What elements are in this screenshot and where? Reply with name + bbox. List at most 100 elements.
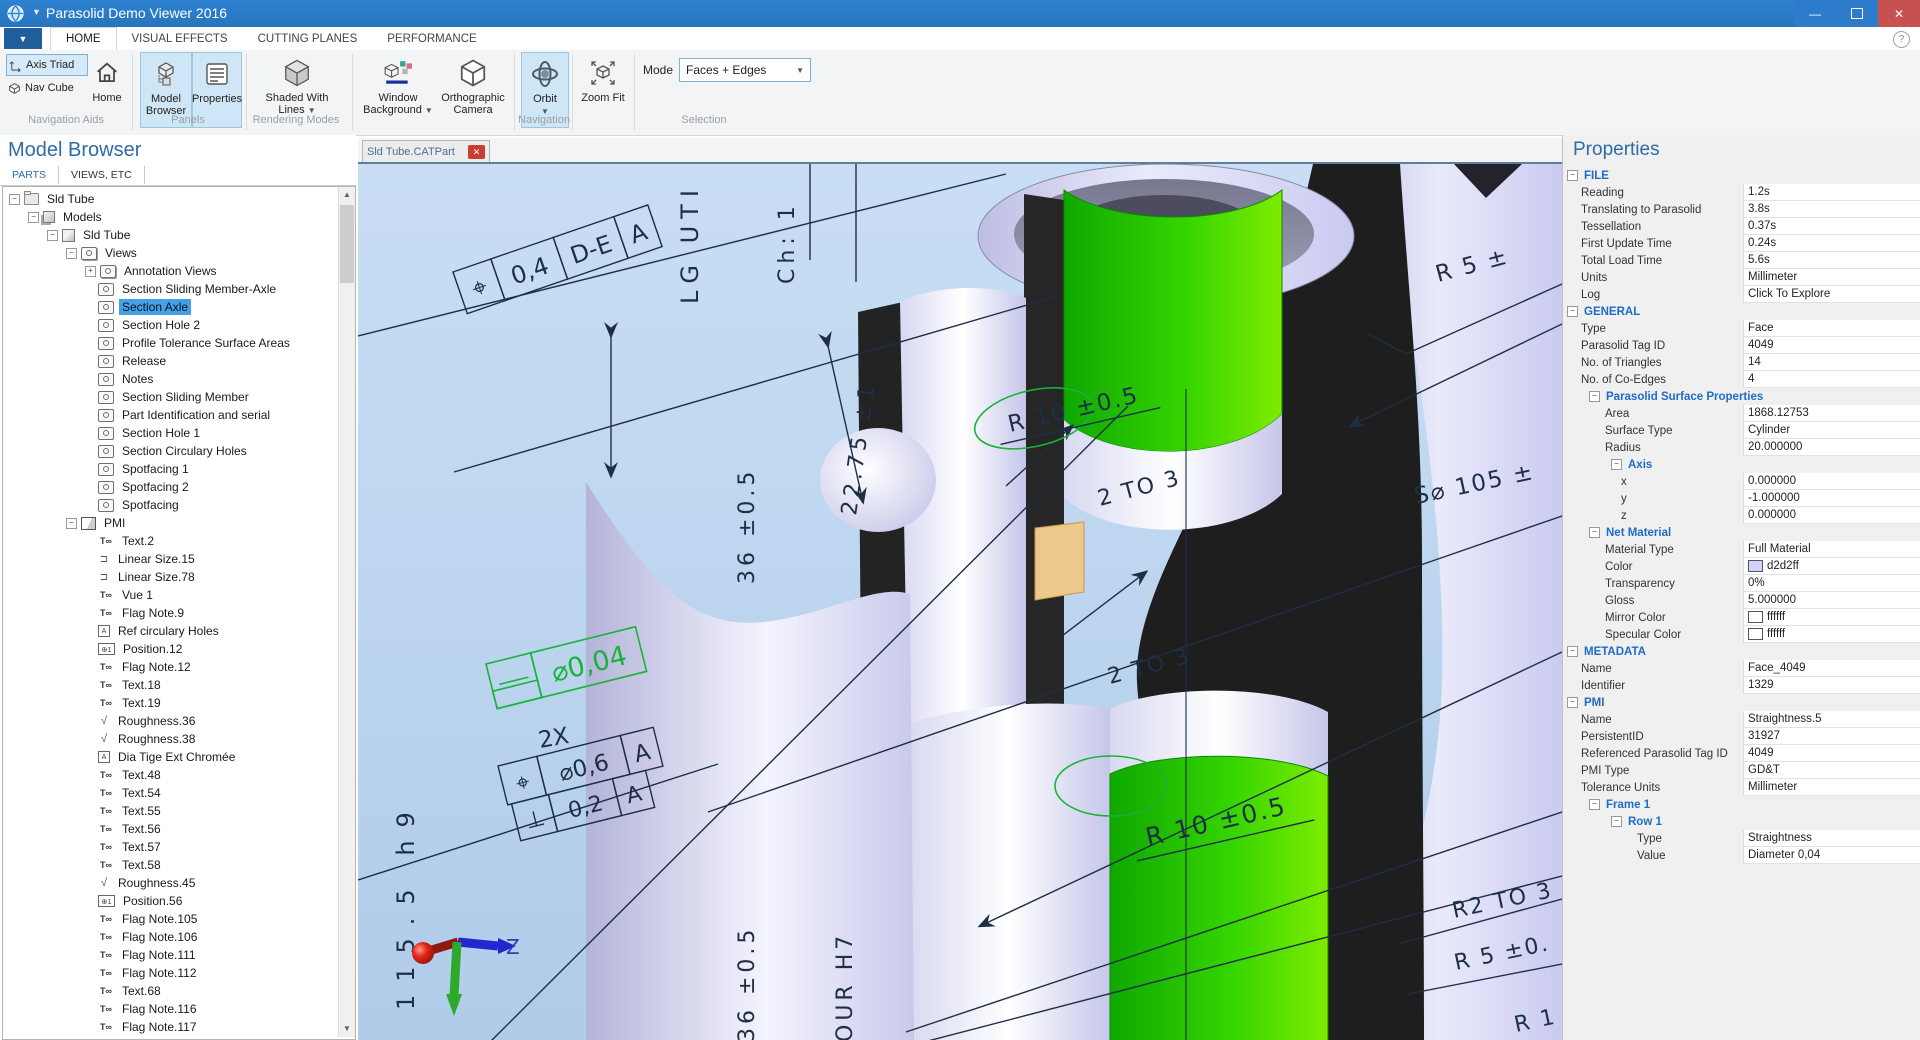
tree-item-release[interactable]: Release xyxy=(3,352,335,370)
tree-scrollbar[interactable]: ▲ ▼ xyxy=(338,187,355,1037)
tree-item-text-68[interactable]: T∞Text.68 xyxy=(3,982,335,1000)
tree-item-linear-size-15[interactable]: ⊐Linear Size.15 xyxy=(3,550,335,568)
tree-item-profile-tolerance-surface-areas[interactable]: Profile Tolerance Surface Areas xyxy=(3,334,335,352)
tree-item-text-55[interactable]: T∞Text.55 xyxy=(3,802,335,820)
prop-value[interactable]: 20.000000 xyxy=(1743,439,1920,456)
prop-value[interactable]: 1329 xyxy=(1743,677,1920,694)
3d-viewport[interactable]: ⌖ 0,4 D-E A LG UTI Ch: 1 22.75 ±1 36 ±0.… xyxy=(358,162,1562,1040)
tab-views-etc[interactable]: VIEWS, ETC xyxy=(59,166,145,184)
tree-item-roughness-36[interactable]: √Roughness.36 xyxy=(3,712,335,730)
prop-value[interactable]: Diameter 0,04 xyxy=(1743,847,1920,864)
prop-section-parasolid-surface-properties[interactable]: −Parasolid Surface Properties xyxy=(1563,388,1920,405)
collapse-icon[interactable]: − xyxy=(28,212,39,223)
collapse-icon[interactable]: − xyxy=(9,194,20,205)
tree-item-position-12[interactable]: ⊕1Position.12 xyxy=(3,640,335,658)
prop-row-name[interactable]: NameStraightness.5 xyxy=(1563,711,1920,728)
prop-value[interactable]: 14 xyxy=(1743,354,1920,371)
tree-item-flag-note-112[interactable]: T∞Flag Note.112 xyxy=(3,964,335,982)
prop-row-gloss[interactable]: Gloss5.000000 xyxy=(1563,592,1920,609)
ribbon-tab-visual-effects[interactable]: VISUAL EFFECTS xyxy=(117,28,243,50)
prop-row-units[interactable]: UnitsMillimeter xyxy=(1563,269,1920,286)
quick-access-arrow-icon[interactable]: ▼ xyxy=(32,7,41,17)
prop-row-mirror-color[interactable]: Mirror Colorffffff xyxy=(1563,609,1920,626)
tree-item-spotfacing-2[interactable]: Spotfacing 2 xyxy=(3,478,335,496)
tree-item-text-2[interactable]: T∞Text.2 xyxy=(3,532,335,550)
collapse-icon[interactable]: − xyxy=(1589,391,1600,402)
prop-value[interactable]: 4 xyxy=(1743,371,1920,388)
tree-item-text-18[interactable]: T∞Text.18 xyxy=(3,676,335,694)
prop-row-total-load-time[interactable]: Total Load Time5.6s xyxy=(1563,252,1920,269)
tree-item-pmi[interactable]: −PMI xyxy=(3,514,335,532)
tree-item-part-identification-and-serial[interactable]: Part Identification and serial xyxy=(3,406,335,424)
tree-item-dia-tige-ext-chrom-e[interactable]: ADia Tige Ext Chromée xyxy=(3,748,335,766)
prop-row-y[interactable]: y-1.000000 xyxy=(1563,490,1920,507)
zoom-fit-button[interactable]: Zoom Fit xyxy=(580,52,626,126)
prop-row-first-update-time[interactable]: First Update Time0.24s xyxy=(1563,235,1920,252)
tree-item-section-hole-1[interactable]: Section Hole 1 xyxy=(3,424,335,442)
prop-row-parasolid-tag-id[interactable]: Parasolid Tag ID4049 xyxy=(1563,337,1920,354)
tree-item-flag-note-106[interactable]: T∞Flag Note.106 xyxy=(3,928,335,946)
ribbon-tab-cutting-planes[interactable]: CUTTING PLANES xyxy=(243,28,373,50)
prop-value[interactable]: GD&T xyxy=(1743,762,1920,779)
prop-value[interactable]: d2d2ff xyxy=(1743,558,1920,575)
prop-section-file[interactable]: −FILE xyxy=(1563,167,1920,184)
tree-item-text-48[interactable]: T∞Text.48 xyxy=(3,766,335,784)
axis-triad-button[interactable]: Axis Triad xyxy=(6,54,88,76)
collapse-icon[interactable]: − xyxy=(1567,646,1578,657)
expand-icon[interactable]: + xyxy=(85,266,96,277)
prop-section-pmi[interactable]: −PMI xyxy=(1563,694,1920,711)
prop-value[interactable]: 1868.12753 xyxy=(1743,405,1920,422)
prop-section-axis[interactable]: −Axis xyxy=(1563,456,1920,473)
prop-row-no-of-triangles[interactable]: No. of Triangles14 xyxy=(1563,354,1920,371)
prop-value[interactable]: 3.8s xyxy=(1743,201,1920,218)
tree-item-text-54[interactable]: T∞Text.54 xyxy=(3,784,335,802)
tree-item-flag-note-116[interactable]: T∞Flag Note.116 xyxy=(3,1000,335,1018)
prop-row-pmi-type[interactable]: PMI TypeGD&T xyxy=(1563,762,1920,779)
prop-value[interactable]: 4049 xyxy=(1743,745,1920,762)
minimize-button[interactable]: — xyxy=(1794,0,1836,27)
tree-item-flag-note-105[interactable]: T∞Flag Note.105 xyxy=(3,910,335,928)
prop-value[interactable]: Click To Explore xyxy=(1743,286,1920,303)
tree-item-linear-size-78[interactable]: ⊐Linear Size.78 xyxy=(3,568,335,586)
help-icon[interactable]: ? xyxy=(1893,31,1910,48)
prop-value[interactable]: 0.37s xyxy=(1743,218,1920,235)
prop-value[interactable]: ffffff xyxy=(1743,609,1920,626)
tree-item-sld-tube[interactable]: −Sld Tube xyxy=(3,226,335,244)
close-button[interactable]: ✕ xyxy=(1878,0,1920,27)
prop-row-surface-type[interactable]: Surface TypeCylinder xyxy=(1563,422,1920,439)
tree-item-section-axle[interactable]: Section Axle xyxy=(3,298,335,316)
prop-value[interactable]: Straightness xyxy=(1743,830,1920,847)
prop-row-log[interactable]: LogClick To Explore xyxy=(1563,286,1920,303)
mode-dropdown[interactable]: Faces + Edges ▼ xyxy=(679,58,811,82)
prop-value[interactable]: Millimeter xyxy=(1743,269,1920,286)
tree-item-ref-circulary-holes[interactable]: ARef circulary Holes xyxy=(3,622,335,640)
prop-value[interactable]: Face_4049 xyxy=(1743,660,1920,677)
prop-value[interactable]: 4049 xyxy=(1743,337,1920,354)
collapse-icon[interactable]: − xyxy=(1567,697,1578,708)
prop-row-no-of-co-edges[interactable]: No. of Co-Edges4 xyxy=(1563,371,1920,388)
tree-item-roughness-38[interactable]: √Roughness.38 xyxy=(3,730,335,748)
prop-row-persistentid[interactable]: PersistentID31927 xyxy=(1563,728,1920,745)
prop-section-net-material[interactable]: −Net Material xyxy=(1563,524,1920,541)
tree-item-spotfacing[interactable]: Spotfacing xyxy=(3,496,335,514)
prop-row-translating-to-parasolid[interactable]: Translating to Parasolid3.8s xyxy=(1563,201,1920,218)
prop-value[interactable]: 0.24s xyxy=(1743,235,1920,252)
tree-item-flag-note-12[interactable]: T∞Flag Note.12 xyxy=(3,658,335,676)
prop-row-value[interactable]: ValueDiameter 0,04 xyxy=(1563,847,1920,864)
prop-value[interactable]: ffffff xyxy=(1743,626,1920,643)
prop-row-x[interactable]: x0.000000 xyxy=(1563,473,1920,490)
tree-item-flag-note-117[interactable]: T∞Flag Note.117 xyxy=(3,1018,335,1036)
tree-item-section-circulary-holes[interactable]: Section Circulary Holes xyxy=(3,442,335,460)
document-tab[interactable]: Sld Tube.CATPart ✕ xyxy=(362,140,490,162)
tree-item-text-57[interactable]: T∞Text.57 xyxy=(3,838,335,856)
prop-row-material-type[interactable]: Material TypeFull Material xyxy=(1563,541,1920,558)
prop-row-radius[interactable]: Radius20.000000 xyxy=(1563,439,1920,456)
document-close-icon[interactable]: ✕ xyxy=(468,145,485,159)
prop-value[interactable]: 5.000000 xyxy=(1743,592,1920,609)
prop-row-type[interactable]: TypeStraightness xyxy=(1563,830,1920,847)
prop-row-z[interactable]: z0.000000 xyxy=(1563,507,1920,524)
prop-value[interactable]: 0.000000 xyxy=(1743,473,1920,490)
tree-item-text-58[interactable]: T∞Text.58 xyxy=(3,856,335,874)
collapse-icon[interactable]: − xyxy=(1567,170,1578,181)
prop-value[interactable]: 31927 xyxy=(1743,728,1920,745)
